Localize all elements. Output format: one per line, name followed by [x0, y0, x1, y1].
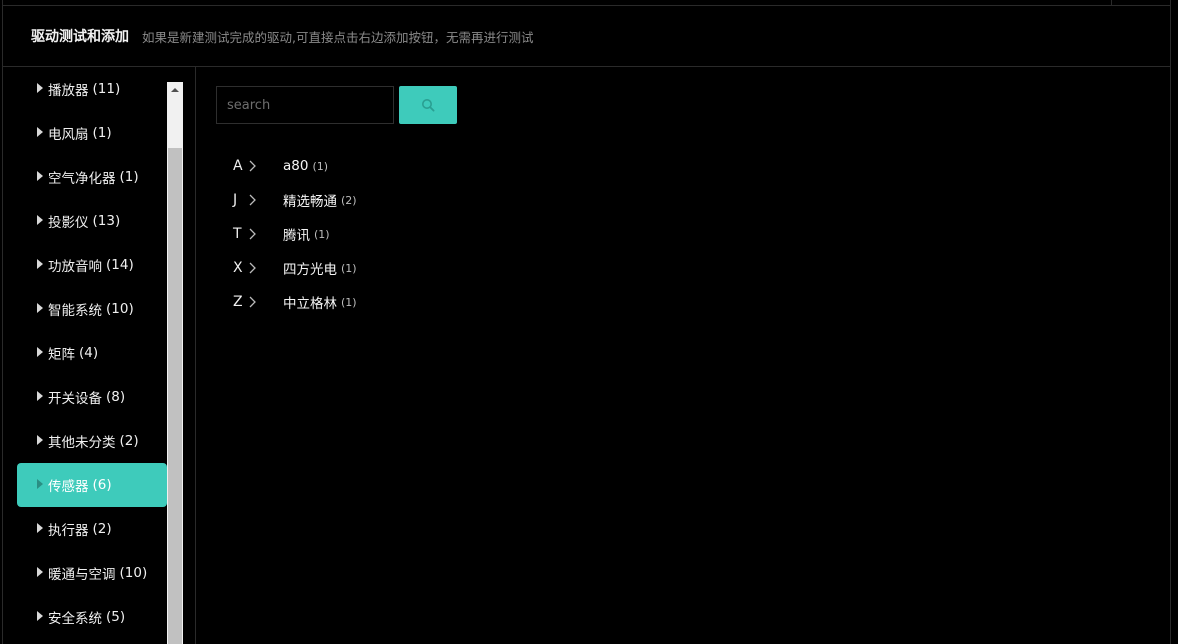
scrollbar-thumb[interactable]	[168, 148, 182, 644]
brand-count: (1)	[341, 261, 357, 275]
category-count: (10)	[119, 565, 148, 581]
category-label: 电风扇	[48, 127, 89, 143]
category-count: (13)	[92, 213, 121, 229]
chevron-right-icon	[249, 296, 256, 308]
category-count: (6)	[92, 477, 112, 493]
category-item[interactable]: 暖通与空调 (10)	[17, 551, 167, 595]
expand-triangle-icon	[37, 611, 43, 621]
category-count: (5)	[106, 609, 126, 625]
expand-triangle-icon	[37, 127, 43, 137]
category-item[interactable]: 执行器 (2)	[17, 507, 167, 551]
brand-count: (1)	[312, 159, 329, 173]
category-count: (1)	[92, 125, 112, 141]
expand-triangle-icon	[37, 435, 43, 445]
brand-count: (2)	[341, 193, 357, 207]
brand-letter: J	[233, 192, 238, 208]
category-item[interactable]: 矩阵 (4)	[17, 331, 167, 375]
category-count: (2)	[119, 433, 139, 449]
category-label: 智能系统	[48, 303, 102, 319]
category-label: 矩阵	[48, 347, 75, 363]
category-item[interactable]: 投影仪 (13)	[17, 199, 167, 243]
scroll-up-arrow-icon[interactable]	[171, 88, 179, 92]
search-input[interactable]	[216, 86, 394, 124]
category-label: 播放器	[48, 83, 89, 99]
category-item[interactable]: 其他未分类 (2)	[17, 419, 167, 463]
category-label: 空气净化器	[48, 171, 116, 187]
expand-triangle-icon	[37, 259, 43, 269]
brand-name: 精选畅通	[283, 194, 337, 210]
category-count: (2)	[92, 521, 112, 537]
category-label: 传感器	[48, 479, 89, 495]
search-icon	[422, 99, 435, 112]
brand-letter: A	[233, 158, 243, 174]
brand-name: a80	[283, 158, 309, 174]
category-item[interactable]: 功放音响 (14)	[17, 243, 167, 287]
chevron-right-icon	[249, 194, 256, 206]
brand-name: 中立格林	[283, 296, 337, 312]
brand-name: 腾讯	[283, 228, 310, 244]
category-count: (11)	[92, 81, 121, 97]
brand-group-row[interactable]: J 精选畅通 (2)	[233, 183, 357, 217]
search-button[interactable]	[399, 86, 457, 124]
chevron-right-icon	[249, 262, 256, 274]
brand-group-row[interactable]: Z 中立格林 (1)	[233, 285, 357, 319]
category-sidebar: 播放器 (11) 电风扇 (1) 空气净化器 (1) 投影仪 (13) 功放音响 (14)…	[3, 67, 196, 644]
brand-count: (1)	[341, 295, 357, 309]
category-item[interactable]: 空气净化器 (1)	[17, 155, 167, 199]
category-label: 投影仪	[48, 215, 89, 231]
chevron-right-icon	[249, 160, 256, 172]
expand-triangle-icon	[37, 171, 43, 181]
expand-triangle-icon	[37, 83, 43, 93]
category-label: 开关设备	[48, 391, 102, 407]
expand-triangle-icon	[37, 215, 43, 225]
brand-letter: X	[233, 260, 243, 276]
category-count: (4)	[79, 345, 99, 361]
category-item[interactable]: 智能系统 (10)	[17, 287, 167, 331]
category-count: (10)	[106, 301, 134, 317]
page-subtitle: 如果是新建测试完成的驱动,可直接点击右边添加按钮，无需再进行测试	[142, 29, 534, 45]
category-item[interactable]: 播放器 (11)	[17, 67, 167, 111]
category-list: 播放器 (11) 电风扇 (1) 空气净化器 (1) 投影仪 (13) 功放音响 (14)…	[17, 67, 167, 639]
main-panel: A a80 (1) J 精选畅通 (2) T 腾讯 (1) X 四方光电	[197, 67, 1170, 644]
page-title: 驱动测试和添加	[31, 29, 129, 45]
category-count: (14)	[106, 257, 134, 273]
brand-list: A a80 (1) J 精选畅通 (2) T 腾讯 (1) X 四方光电 (1)…	[233, 149, 357, 319]
expand-triangle-icon	[37, 391, 43, 401]
category-item[interactable]: 电风扇 (1)	[17, 111, 167, 155]
category-label: 执行器	[48, 523, 89, 539]
category-count: (1)	[119, 169, 139, 185]
brand-letter: Z	[233, 294, 243, 310]
category-item[interactable]: 安全系统 (5)	[17, 595, 167, 639]
brand-name: 四方光电	[283, 262, 337, 278]
brand-group-row[interactable]: X 四方光电 (1)	[233, 251, 357, 285]
category-label: 其他未分类	[48, 435, 116, 451]
brand-group-row[interactable]: T 腾讯 (1)	[233, 217, 357, 251]
expand-triangle-icon	[37, 523, 43, 533]
brand-count: (1)	[314, 227, 330, 241]
chevron-right-icon	[249, 228, 256, 240]
category-label: 功放音响	[48, 259, 102, 275]
category-count: (8)	[106, 389, 126, 405]
expand-triangle-icon	[37, 567, 43, 577]
category-label: 安全系统	[48, 611, 102, 627]
category-item[interactable]: 开关设备 (8)	[17, 375, 167, 419]
category-item-active[interactable]: 传感器 (6)	[17, 463, 167, 507]
app-frame: 驱动测试和添加 如果是新建测试完成的驱动,可直接点击右边添加按钮，无需再进行测试…	[2, 0, 1171, 644]
expand-triangle-icon	[37, 479, 43, 489]
category-label: 暖通与空调	[48, 567, 116, 583]
sidebar-scrollbar[interactable]	[167, 82, 183, 644]
brand-group-row[interactable]: A a80 (1)	[233, 149, 357, 183]
brand-letter: T	[233, 226, 242, 242]
expand-triangle-icon	[37, 347, 43, 357]
page-header: 驱动测试和添加 如果是新建测试完成的驱动,可直接点击右边添加按钮，无需再进行测试	[3, 6, 1170, 67]
expand-triangle-icon	[37, 303, 43, 313]
